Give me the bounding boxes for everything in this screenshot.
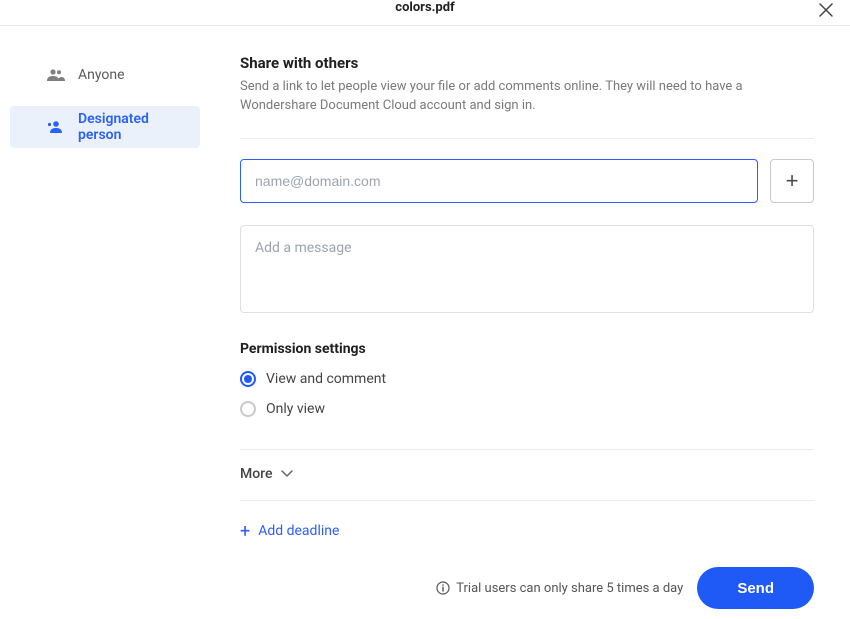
share-title: Share with others — [240, 54, 814, 72]
close-icon — [819, 3, 833, 17]
more-label: More — [240, 466, 273, 482]
add-recipient-button[interactable]: + — [770, 159, 814, 203]
trial-note-text: Trial users can only share 5 times a day — [456, 581, 683, 596]
share-description: Send a link to let people view your file… — [240, 78, 814, 116]
person-add-icon — [46, 119, 66, 135]
radio-label: View and comment — [266, 371, 386, 387]
radio-icon — [240, 371, 256, 387]
radio-label: Only view — [266, 401, 325, 417]
info-icon — [436, 581, 450, 595]
dialog-title: colors.pdf — [395, 0, 454, 15]
divider — [240, 138, 814, 139]
email-input[interactable] — [240, 159, 758, 203]
dialog-header: colors.pdf — [0, 0, 850, 26]
radio-icon — [240, 401, 256, 417]
radio-only-view[interactable]: Only view — [240, 401, 814, 417]
permission-title: Permission settings — [240, 341, 814, 357]
email-row: + — [240, 159, 814, 203]
trial-note: Trial users can only share 5 times a day — [436, 581, 683, 596]
divider — [240, 449, 814, 450]
sidebar-item-label: Designated person — [78, 111, 182, 143]
close-button[interactable] — [816, 0, 836, 20]
plus-icon: + — [786, 168, 799, 194]
footer: Trial users can only share 5 times a day… — [436, 567, 814, 609]
chevron-down-icon — [281, 470, 293, 478]
sidebar-item-label: Anyone — [78, 67, 125, 83]
send-button[interactable]: Send — [697, 567, 814, 609]
more-toggle[interactable]: More — [240, 466, 814, 482]
group-icon — [46, 67, 66, 83]
radio-view-and-comment[interactable]: View and comment — [240, 371, 814, 387]
add-deadline-button[interactable]: + Add deadline — [240, 521, 814, 542]
content-panel: Share with others Send a link to let peo… — [210, 26, 850, 619]
sidebar-item-designated-person[interactable]: Designated person — [10, 106, 200, 148]
message-input[interactable] — [240, 225, 814, 313]
add-deadline-label: Add deadline — [258, 523, 339, 539]
plus-icon: + — [240, 521, 250, 542]
divider — [240, 500, 814, 501]
sidebar-item-anyone[interactable]: Anyone — [10, 54, 200, 96]
sidebar: Anyone Designated person — [0, 26, 210, 619]
dialog-body: Anyone Designated person Share with othe… — [0, 26, 850, 619]
